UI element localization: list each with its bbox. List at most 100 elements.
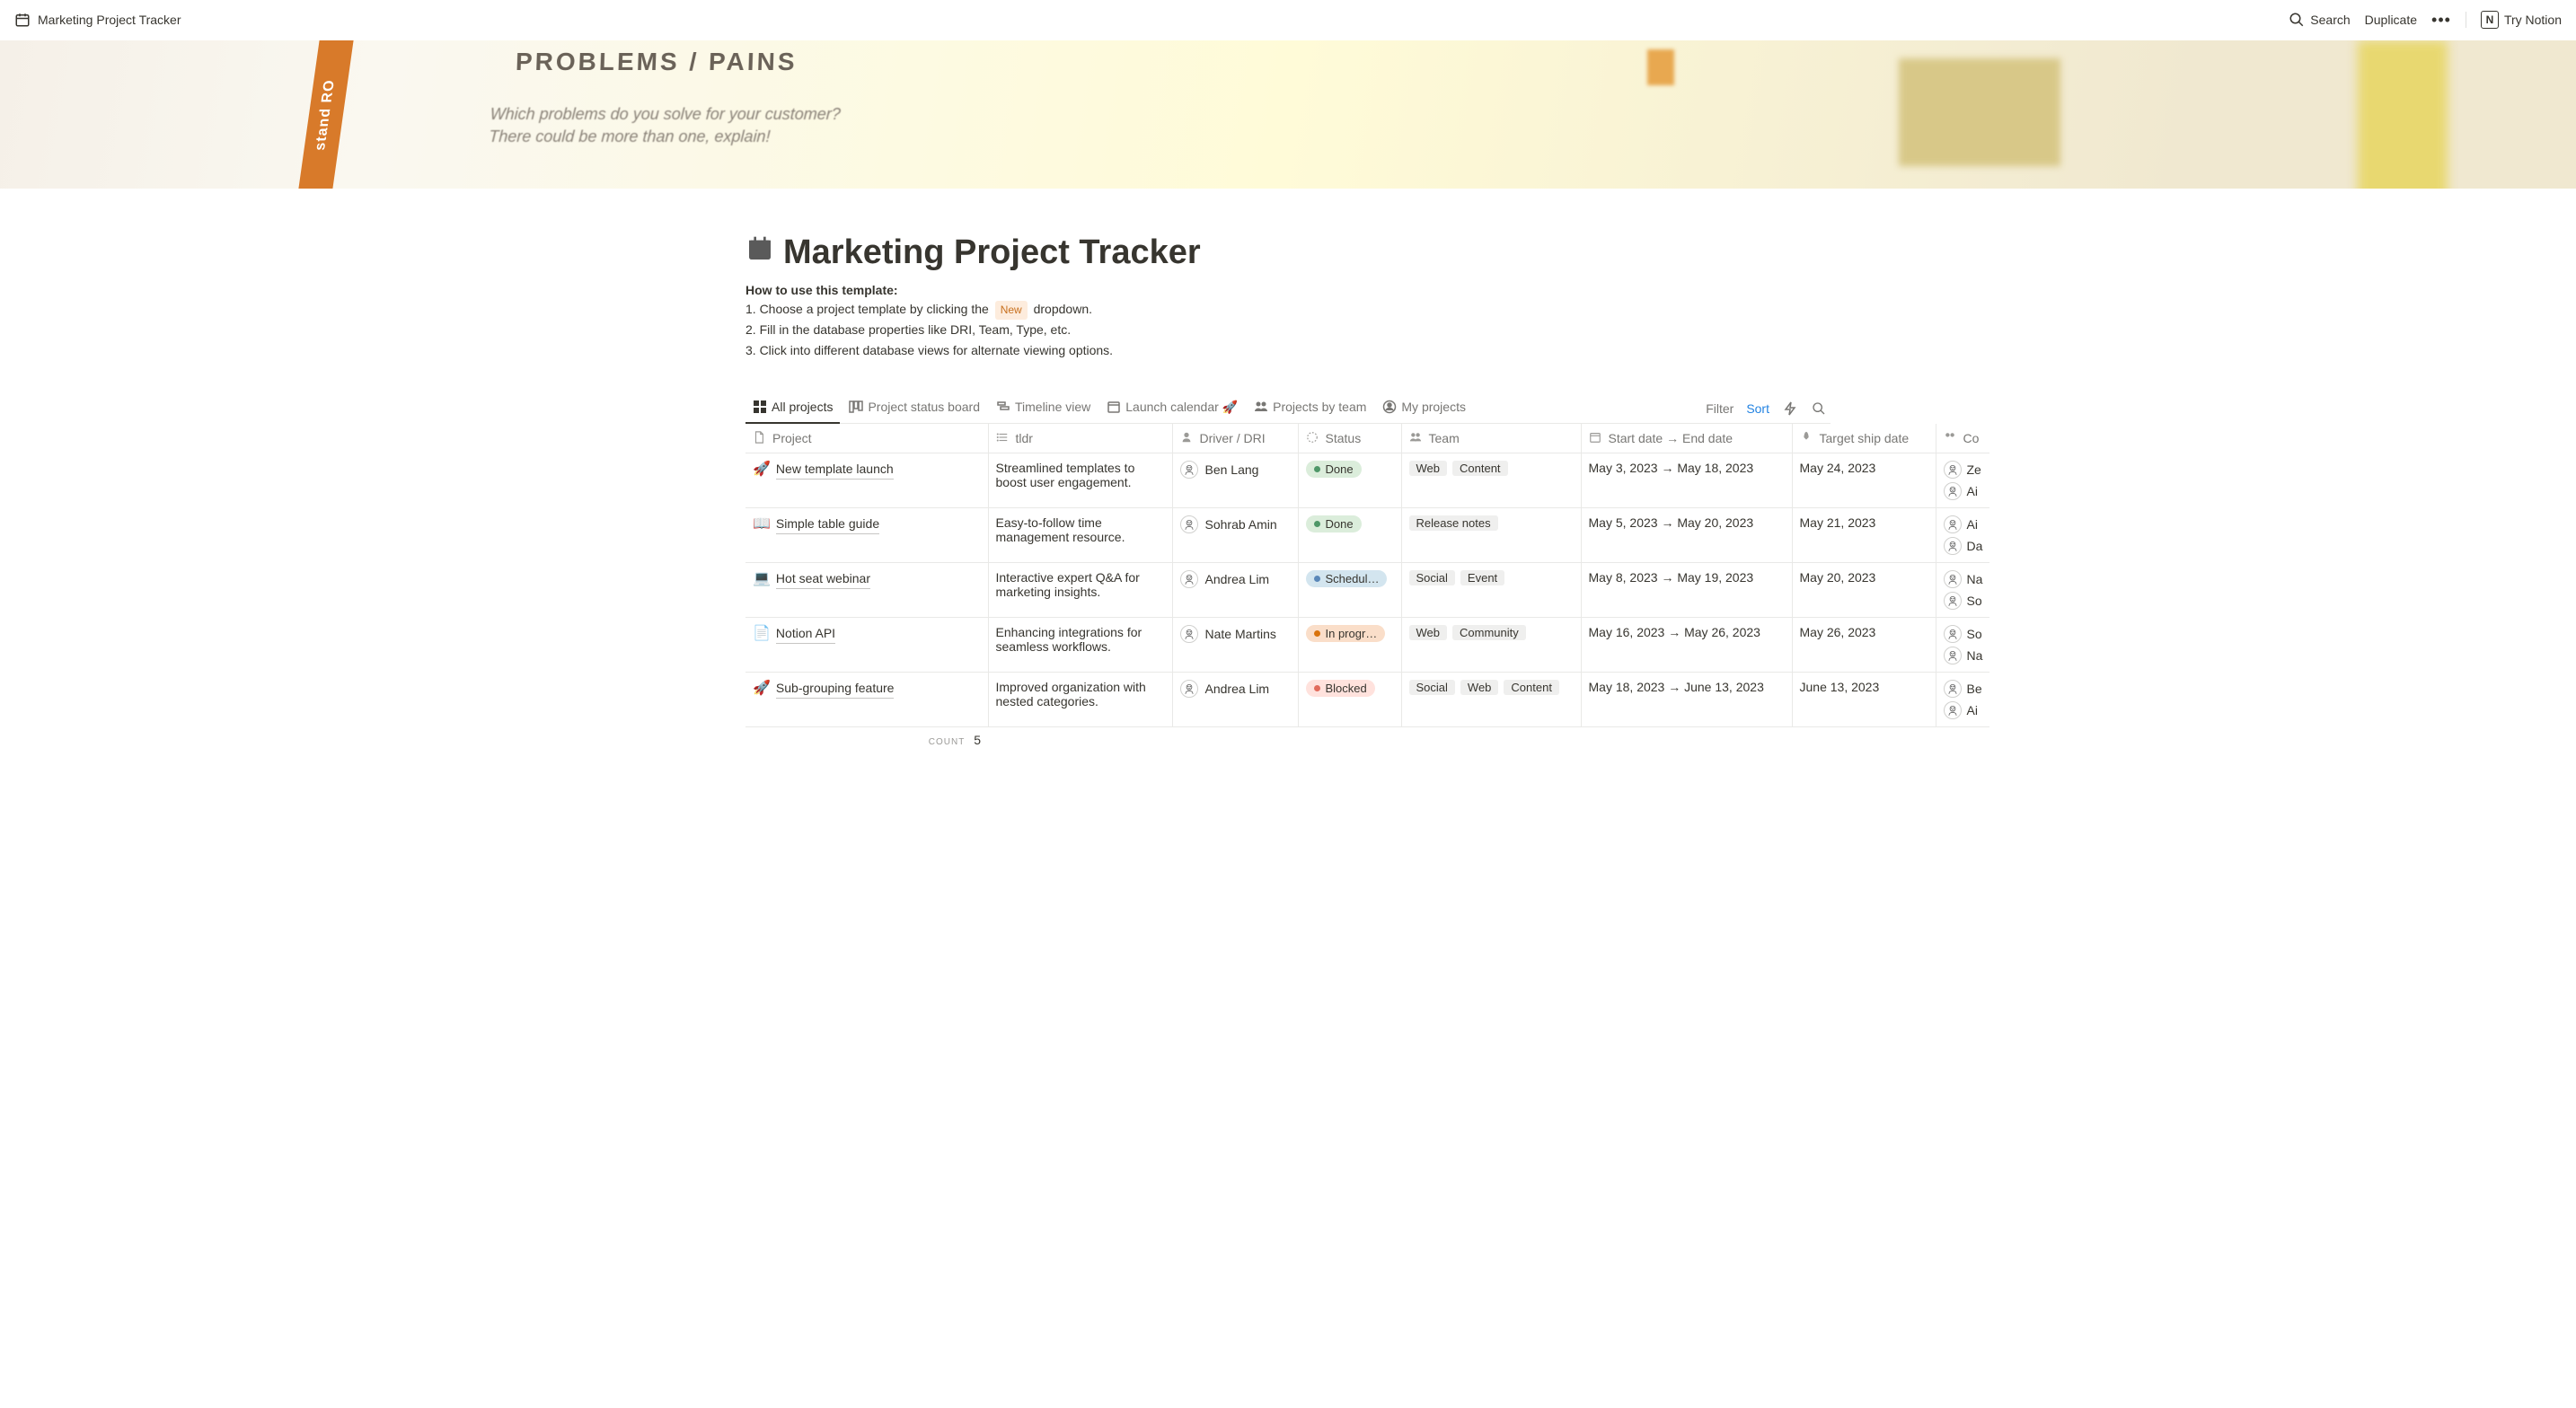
tldr-cell[interactable]: Easy-to-follow time management resource. xyxy=(988,507,1172,562)
tab-label: Launch calendar 🚀 xyxy=(1125,400,1238,415)
contributor: So xyxy=(1944,592,1983,610)
project-name-link[interactable]: Hot seat webinar xyxy=(776,570,870,589)
dates-cell[interactable]: May 18, 2023 → June 13, 2023 xyxy=(1581,672,1792,726)
col-header-project[interactable]: Project xyxy=(745,424,988,453)
status-icon xyxy=(1306,431,1320,445)
sort-button[interactable]: Sort xyxy=(1746,401,1769,416)
people-icon xyxy=(1944,431,1958,445)
search-icon[interactable] xyxy=(1811,400,1827,417)
ship-date-cell[interactable]: June 13, 2023 xyxy=(1792,672,1936,726)
tab-timeline[interactable]: Timeline view xyxy=(989,394,1098,424)
col-header-tldr[interactable]: tldr xyxy=(988,424,1172,453)
ship-date-cell[interactable]: May 20, 2023 xyxy=(1792,562,1936,617)
driver-cell[interactable]: Sohrab Amin xyxy=(1180,515,1291,533)
contributors-cell[interactable]: BeAi xyxy=(1944,680,1983,719)
tab-projects-by-team[interactable]: Projects by team xyxy=(1247,394,1373,424)
calendar-icon xyxy=(745,234,774,271)
more-button[interactable]: ••• xyxy=(2431,11,2451,30)
status-badge[interactable]: Done xyxy=(1306,515,1362,532)
avatar-icon xyxy=(1180,680,1198,698)
dates-cell[interactable]: May 16, 2023 → May 26, 2023 xyxy=(1581,617,1792,672)
table-row[interactable]: 🚀Sub-grouping feature Improved organizat… xyxy=(745,672,1989,726)
table-row[interactable]: 📖 Simple table guide Easy-to-follow time … xyxy=(745,507,1989,562)
tab-launch-calendar[interactable]: Launch calendar 🚀 xyxy=(1099,394,1245,424)
status-dot-icon xyxy=(1314,466,1320,472)
avatar-icon xyxy=(1180,625,1198,643)
breadcrumb[interactable]: Marketing Project Tracker xyxy=(14,12,181,28)
tab-all-projects[interactable]: All projects xyxy=(745,394,840,424)
status-badge[interactable]: Schedul… xyxy=(1306,570,1388,587)
table-row[interactable]: 🚀 New template launch Streamlined templat… xyxy=(745,453,1989,507)
team-cell[interactable]: SocialWebContent xyxy=(1409,680,1574,695)
tldr-cell[interactable]: Improved organization with nested catego… xyxy=(988,672,1172,726)
project-emoji-icon: 📖 xyxy=(753,515,771,534)
col-header-contributors[interactable]: Co xyxy=(1936,424,1989,453)
tldr-cell[interactable]: Enhancing integrations for seamless work… xyxy=(988,617,1172,672)
project-name-link[interactable]: Notion API xyxy=(776,625,835,644)
col-header-ship[interactable]: Target ship date xyxy=(1792,424,1936,453)
cover-body: Which problems do you solve for your cus… xyxy=(489,103,842,148)
table-row[interactable]: 📄Notion API Enhancing integrations for s… xyxy=(745,617,1989,672)
table-row[interactable]: 💻Hot seat webinar Interactive expert Q&A… xyxy=(745,562,1989,617)
driver-cell[interactable]: Andrea Lim xyxy=(1180,570,1291,588)
lightning-icon[interactable] xyxy=(1782,400,1798,417)
contributors-cell[interactable]: AiDa xyxy=(1944,515,1983,555)
driver-cell[interactable]: Ben Lang xyxy=(1180,461,1291,479)
team-cell[interactable]: WebCommunity xyxy=(1409,625,1574,640)
count-value: 5 xyxy=(974,733,981,747)
tab-status-board[interactable]: Project status board xyxy=(842,394,987,424)
project-emoji-icon: 🚀 xyxy=(753,461,771,480)
project-name-link[interactable]: New template launch xyxy=(776,461,894,480)
col-header-dates[interactable]: Start date → End date xyxy=(1581,424,1792,453)
tab-my-projects[interactable]: My projects xyxy=(1375,394,1473,424)
team-tag: Web xyxy=(1460,680,1499,695)
filter-button[interactable]: Filter xyxy=(1706,401,1734,416)
person-icon xyxy=(1180,431,1195,445)
projects-table: Project tldr Driver / DRI Status Team St… xyxy=(745,424,1989,754)
status-badge[interactable]: Blocked xyxy=(1306,680,1375,697)
col-header-driver[interactable]: Driver / DRI xyxy=(1172,424,1298,453)
dates-cell[interactable]: May 5, 2023 → May 20, 2023 xyxy=(1581,507,1792,562)
rocket-icon xyxy=(1800,431,1814,445)
avatar-icon xyxy=(1944,647,1962,664)
status-badge[interactable]: In progr… xyxy=(1306,625,1386,642)
contributors-cell[interactable]: SoNa xyxy=(1944,625,1983,664)
col-header-status[interactable]: Status xyxy=(1298,424,1401,453)
dates-cell[interactable]: May 3, 2023 → May 18, 2023 xyxy=(1581,453,1792,507)
count-label: COUNT xyxy=(929,737,971,747)
cover-image: stand RO PROBLEMS / PAINS Which problems… xyxy=(0,40,2576,189)
avatar-icon xyxy=(1944,537,1962,555)
team-cell[interactable]: SocialEvent xyxy=(1409,570,1574,585)
ship-date-cell[interactable]: May 21, 2023 xyxy=(1792,507,1936,562)
breadcrumb-title[interactable]: Marketing Project Tracker xyxy=(38,13,181,27)
page-title[interactable]: Marketing Project Tracker xyxy=(783,233,1201,272)
search-icon xyxy=(2289,12,2305,28)
status-badge[interactable]: Done xyxy=(1306,461,1362,478)
duplicate-button[interactable]: Duplicate xyxy=(2365,13,2417,27)
ship-date-cell[interactable]: May 26, 2023 xyxy=(1792,617,1936,672)
try-notion-button[interactable]: N Try Notion xyxy=(2481,11,2562,29)
status-dot-icon xyxy=(1314,630,1320,637)
dates-cell[interactable]: May 8, 2023 → May 19, 2023 xyxy=(1581,562,1792,617)
tldr-cell[interactable]: Streamlined templates to boost user enga… xyxy=(988,453,1172,507)
driver-cell[interactable]: Nate Martins xyxy=(1180,625,1291,643)
howto-title: How to use this template: xyxy=(745,283,1831,297)
avatar-icon xyxy=(1944,482,1962,500)
tab-label: Project status board xyxy=(868,400,980,414)
contributors-cell[interactable]: ZeAi xyxy=(1944,461,1983,500)
team-tag: Social xyxy=(1409,680,1455,695)
search-button[interactable]: Search xyxy=(2289,12,2350,28)
status-dot-icon xyxy=(1314,576,1320,582)
team-cell[interactable]: WebContent xyxy=(1409,461,1574,476)
team-tag: Event xyxy=(1460,570,1504,585)
project-name-link[interactable]: Sub-grouping feature xyxy=(776,680,895,699)
col-header-team[interactable]: Team xyxy=(1401,424,1581,453)
tldr-cell[interactable]: Interactive expert Q&A for marketing ins… xyxy=(988,562,1172,617)
project-name-link[interactable]: Simple table guide xyxy=(776,515,879,534)
board-icon xyxy=(849,400,863,414)
team-cell[interactable]: Release notes xyxy=(1409,515,1574,531)
driver-cell[interactable]: Andrea Lim xyxy=(1180,680,1291,698)
contributors-cell[interactable]: NaSo xyxy=(1944,570,1983,610)
grid-icon xyxy=(753,400,767,414)
ship-date-cell[interactable]: May 24, 2023 xyxy=(1792,453,1936,507)
